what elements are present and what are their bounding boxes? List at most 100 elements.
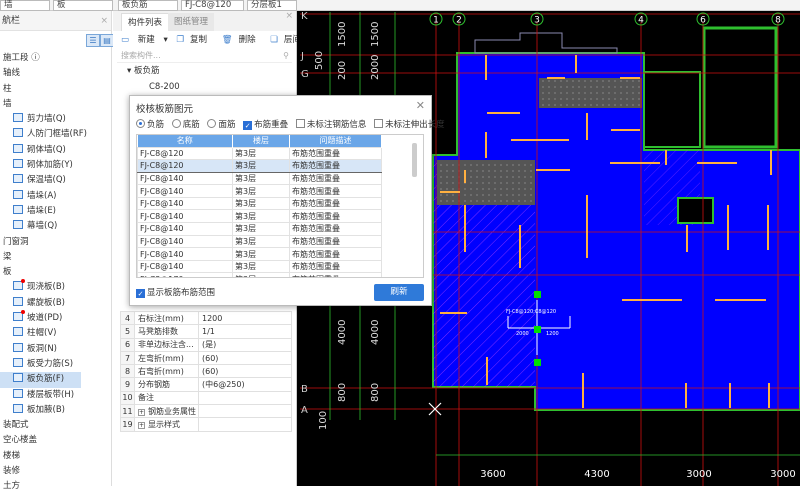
- checkbox-no-info[interactable]: 未标注钢筋信息: [295, 119, 366, 130]
- dimension-label: 4300: [584, 469, 609, 480]
- nav-item[interactable]: 轴线: [0, 66, 111, 81]
- nav-item[interactable]: 板洞(N): [0, 342, 111, 357]
- result-row[interactable]: FJ-C8@120 第3层 布筋范围重叠: [137, 159, 382, 173]
- result-row[interactable]: FJ-C8@140 第3层 布筋范围重叠: [137, 234, 382, 249]
- type-dropdown[interactable]: 板: [53, 0, 113, 11]
- nav-item[interactable]: 楼梯: [0, 449, 111, 464]
- nav-item[interactable]: 板受力筋(S): [0, 357, 111, 372]
- nav-item[interactable]: 人防门框墙(RF): [0, 127, 111, 142]
- nav-item[interactable]: 墙垛(E): [0, 204, 111, 219]
- column-floor[interactable]: 楼层: [232, 135, 290, 147]
- radio-top[interactable]: 面筋: [207, 119, 235, 130]
- nav-item[interactable]: 装修: [0, 464, 111, 479]
- nav-item[interactable]: 板加腋(B): [0, 403, 111, 418]
- dimension-label: 3000: [770, 469, 795, 480]
- close-icon[interactable]: ✕: [416, 99, 425, 112]
- result-row[interactable]: FJ-C8@170第3层布筋范围重叠: [137, 272, 382, 277]
- property-name: 分布钢筋: [134, 377, 199, 392]
- scrollbar[interactable]: [412, 143, 417, 177]
- nav-item[interactable]: 板: [0, 265, 111, 280]
- result-row[interactable]: FJ-C8@120 第3层 布筋范围重叠: [137, 146, 382, 161]
- nav-item[interactable]: 坡道(PD): [0, 310, 111, 326]
- result-row[interactable]: FJ-C8@140 第3层 布筋范围重叠: [137, 171, 382, 186]
- result-row[interactable]: FJ-C8@140 第3层 布筋范围重叠: [137, 222, 382, 236]
- property-value[interactable]: (60): [198, 350, 292, 366]
- nav-item[interactable]: 柱: [0, 82, 111, 97]
- component-icon: [13, 220, 23, 230]
- nav-item[interactable]: 柱帽(V): [0, 326, 111, 341]
- close-icon[interactable]: ×: [100, 11, 108, 31]
- property-row[interactable]: 8 右弯折(mm) (60): [120, 364, 292, 379]
- dimension-label: 3600: [480, 469, 505, 480]
- nav-item[interactable]: 砌体墙(Q): [0, 143, 111, 158]
- result-row[interactable]: FJ-C8@140 第3层 布筋范围重叠: [137, 196, 382, 211]
- tree-item[interactable]: C8-200: [113, 79, 296, 95]
- nav-item[interactable]: 墙: [0, 97, 111, 112]
- close-icon[interactable]: ×: [285, 11, 293, 21]
- property-row[interactable]: 4 右标注(mm) 1200: [120, 310, 292, 326]
- nav-item[interactable]: 螺旋板(B): [0, 296, 111, 311]
- tab-drawing-management[interactable]: 图纸管理: [168, 13, 215, 31]
- cell: 第3层: [232, 234, 290, 249]
- nav-item[interactable]: 楼层板带(H): [0, 388, 111, 403]
- property-row[interactable]: 5 马凳筋排数 1/1: [120, 324, 292, 339]
- property-value[interactable]: [198, 404, 292, 419]
- property-row[interactable]: 19 + 显示样式: [120, 417, 292, 432]
- property-value[interactable]: (中6@250): [198, 377, 292, 392]
- property-row[interactable]: 6 非单边标注含... (是): [120, 337, 292, 352]
- property-value[interactable]: (60): [198, 364, 292, 379]
- property-row[interactable]: 11 + 钢筋业务属性: [120, 404, 292, 419]
- cell: 布筋范围重叠: [289, 234, 382, 249]
- nav-item[interactable]: 砌体加筋(Y): [0, 158, 111, 173]
- layer-dropdown[interactable]: 分层板1: [247, 0, 297, 11]
- nav-item[interactable]: 门窗洞: [0, 235, 111, 250]
- property-value[interactable]: (是): [198, 337, 292, 352]
- list-view-icon[interactable]: ☰: [86, 34, 100, 47]
- checkbox-overlap[interactable]: ✓ 布筋重叠: [243, 120, 288, 130]
- property-value[interactable]: 1/1: [198, 324, 292, 339]
- result-row[interactable]: FJ-C8@140 第3层 布筋范围重叠: [137, 209, 382, 224]
- component-icon: [13, 189, 23, 199]
- component-dropdown[interactable]: FJ-C8@120: [181, 0, 244, 11]
- property-value[interactable]: [198, 390, 292, 406]
- tab-component-list[interactable]: 构件列表: [121, 13, 170, 31]
- nav-item[interactable]: 墙垛(A): [0, 189, 111, 204]
- component-icon: [13, 174, 23, 184]
- radio-bottom[interactable]: 底筋: [171, 119, 200, 130]
- nav-item[interactable]: 空心楼盖: [0, 433, 111, 448]
- property-row[interactable]: 7 左弯折(mm) (60): [120, 350, 292, 366]
- result-row[interactable]: FJ-C8@140 第3层 布筋范围重叠: [137, 259, 382, 274]
- result-row[interactable]: FJ-C8@140 第3层 布筋范围重叠: [137, 184, 382, 198]
- nav-item[interactable]: 梁: [0, 250, 111, 265]
- dimension-label: 4000: [337, 320, 348, 345]
- delete-button[interactable]: 🗑 删除: [222, 35, 262, 45]
- nav-item[interactable]: 装配式: [0, 418, 111, 433]
- new-button[interactable]: ▭ 新建 ▾: [121, 35, 168, 45]
- expand-icon[interactable]: +: [138, 408, 145, 416]
- subtype-dropdown[interactable]: 板负筋: [118, 0, 178, 11]
- expand-icon[interactable]: +: [138, 422, 145, 430]
- property-value[interactable]: 1200: [198, 310, 292, 326]
- nav-item[interactable]: 保温墙(Q): [0, 173, 111, 188]
- checkbox-show-range[interactable]: ✓ 显示板筋布筋范围: [136, 286, 215, 298]
- tree-group[interactable]: ▾ 板负筋: [113, 63, 296, 79]
- property-row[interactable]: 9 分布钢筋 (中6@250): [120, 377, 292, 392]
- search-input[interactable]: 搜索构件... ⚲: [117, 49, 292, 63]
- column-issue[interactable]: 问题描述: [289, 135, 382, 147]
- category-dropdown[interactable]: 墙: [0, 0, 50, 11]
- property-row[interactable]: 10 备注: [120, 390, 292, 406]
- property-value[interactable]: [198, 417, 292, 432]
- checkbox-no-length[interactable]: 未标注伸出长度: [374, 119, 445, 130]
- radio-negative[interactable]: 负筋: [136, 119, 164, 130]
- detail-view-icon[interactable]: ▤: [100, 34, 114, 47]
- nav-item[interactable]: 土方: [0, 479, 111, 494]
- column-name[interactable]: 名称: [137, 135, 233, 147]
- nav-item[interactable]: 幕墙(Q): [0, 219, 111, 234]
- nav-item[interactable]: 施工段 ⓘ: [0, 51, 111, 66]
- nav-item[interactable]: 现浇板(B): [0, 279, 111, 295]
- refresh-button[interactable]: 刷新: [374, 284, 424, 301]
- result-row[interactable]: FJ-C8@140 第3层 布筋范围重叠: [137, 247, 382, 261]
- copy-button[interactable]: ❐ 复制: [176, 35, 213, 45]
- nav-item[interactable]: 剪力墙(Q): [0, 112, 111, 127]
- nav-item[interactable]: 板负筋(F): [0, 372, 81, 388]
